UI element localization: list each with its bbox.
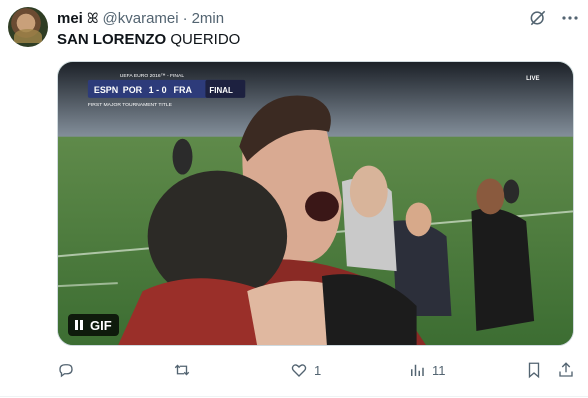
gif-media[interactable]: ESPN POR 1 - 0 FRA FINAL UEFA EURO 2016™…: [57, 61, 574, 346]
live-label: LIVE: [526, 76, 539, 82]
tweet-text-rest: QUERIDO: [166, 31, 241, 48]
bookmark-button[interactable]: [525, 358, 543, 382]
author-handle[interactable]: @kvaramei: [103, 10, 179, 27]
avatar-image: [14, 29, 42, 43]
author-name[interactable]: mei: [57, 10, 83, 27]
author-name-emoji: ꕤ: [86, 9, 99, 26]
tweet-header: mei ꕤ @kvaramei · 2min: [57, 9, 224, 27]
like-count: 1: [314, 362, 322, 378]
score-caption: FIRST MAJOR TOURNAMENT TITLE: [88, 102, 173, 108]
divider: [0, 396, 588, 397]
reply-button[interactable]: [57, 358, 81, 382]
broadcaster-logo: ESPN: [94, 85, 118, 95]
views-icon: [411, 364, 424, 376]
tweet-text: SAN LORENZO QUERIDO: [57, 30, 240, 50]
score-stage: FINAL: [209, 86, 233, 95]
gif-frame: ESPN POR 1 - 0 FRA FINAL UEFA EURO 2016™…: [58, 62, 573, 345]
views-count: 11: [432, 362, 446, 378]
gif-badge[interactable]: GIF: [68, 314, 119, 336]
like-button[interactable]: 1: [290, 358, 321, 382]
share-icon: [559, 362, 573, 377]
separator-dot: ·: [182, 9, 188, 27]
bookmark-icon: [528, 362, 540, 379]
score-home: POR: [123, 85, 143, 95]
score-away: FRA: [174, 85, 193, 95]
views-button[interactable]: 11: [408, 358, 446, 382]
score-value: 1 - 0: [149, 85, 167, 95]
tweet-timestamp[interactable]: 2min: [192, 10, 225, 27]
tweet-text-bold: SAN LORENZO: [57, 31, 167, 48]
pause-icon[interactable]: [74, 320, 84, 330]
action-bar: 1 11: [57, 358, 582, 382]
gif-label: GIF: [90, 317, 112, 333]
reply-icon: [59, 364, 73, 378]
grok-icon[interactable]: [528, 8, 548, 28]
more-icon[interactable]: [560, 12, 580, 24]
tweet-card[interactable]: mei ꕤ @kvaramei · 2min SAN LORENZO QUERI…: [0, 0, 588, 398]
avatar[interactable]: [8, 7, 48, 47]
score-header: UEFA EURO 2016™ - FINAL: [120, 73, 185, 79]
like-icon: [291, 364, 307, 377]
share-button[interactable]: [557, 358, 575, 382]
retweet-icon: [174, 364, 190, 376]
retweet-button[interactable]: [173, 358, 197, 382]
